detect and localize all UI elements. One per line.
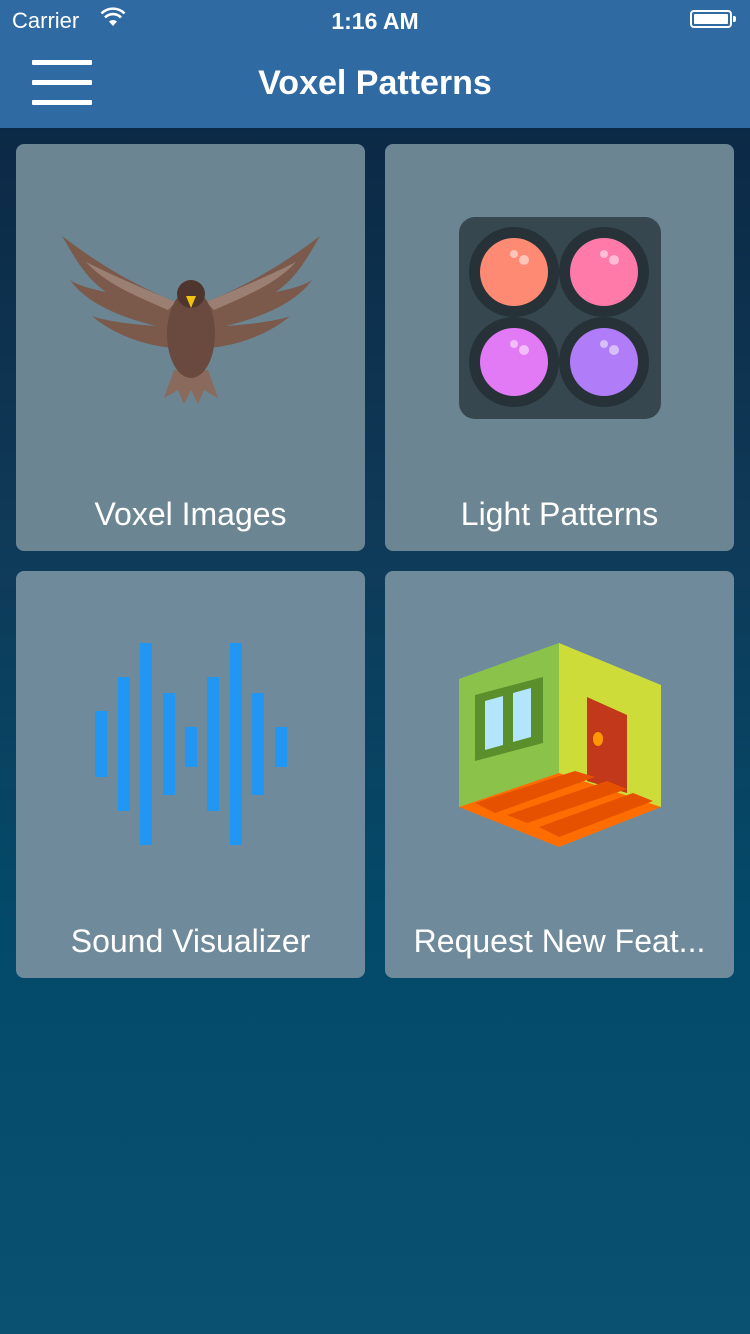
tile-label: Light Patterns	[460, 496, 659, 532]
status-time: 1:16 AM	[331, 8, 419, 34]
tile-label: Request New Feat...	[413, 923, 706, 959]
sound-wave-icon	[95, 643, 287, 845]
tile-voxel-images[interactable]: Voxel Images	[16, 144, 365, 551]
page-title: Voxel Patterns	[258, 64, 492, 102]
navigation-bar: Carrier 1:16 AM Voxel Patterns	[0, 0, 750, 128]
tile-light-patterns[interactable]: Light Patterns	[385, 144, 734, 551]
battery-icon	[690, 10, 736, 28]
status-bar: Carrier 1:16 AM	[0, 0, 750, 40]
tile-request-new-feature[interactable]: Request New Feat...	[385, 571, 734, 978]
eagle-icon	[62, 236, 320, 404]
light-pad-icon	[459, 217, 661, 419]
room-icon	[459, 643, 661, 847]
tile-label: Sound Visualizer	[70, 923, 311, 959]
tile-sound-visualizer[interactable]: Sound Visualizer	[16, 571, 365, 978]
tile-label: Voxel Images	[94, 496, 287, 532]
